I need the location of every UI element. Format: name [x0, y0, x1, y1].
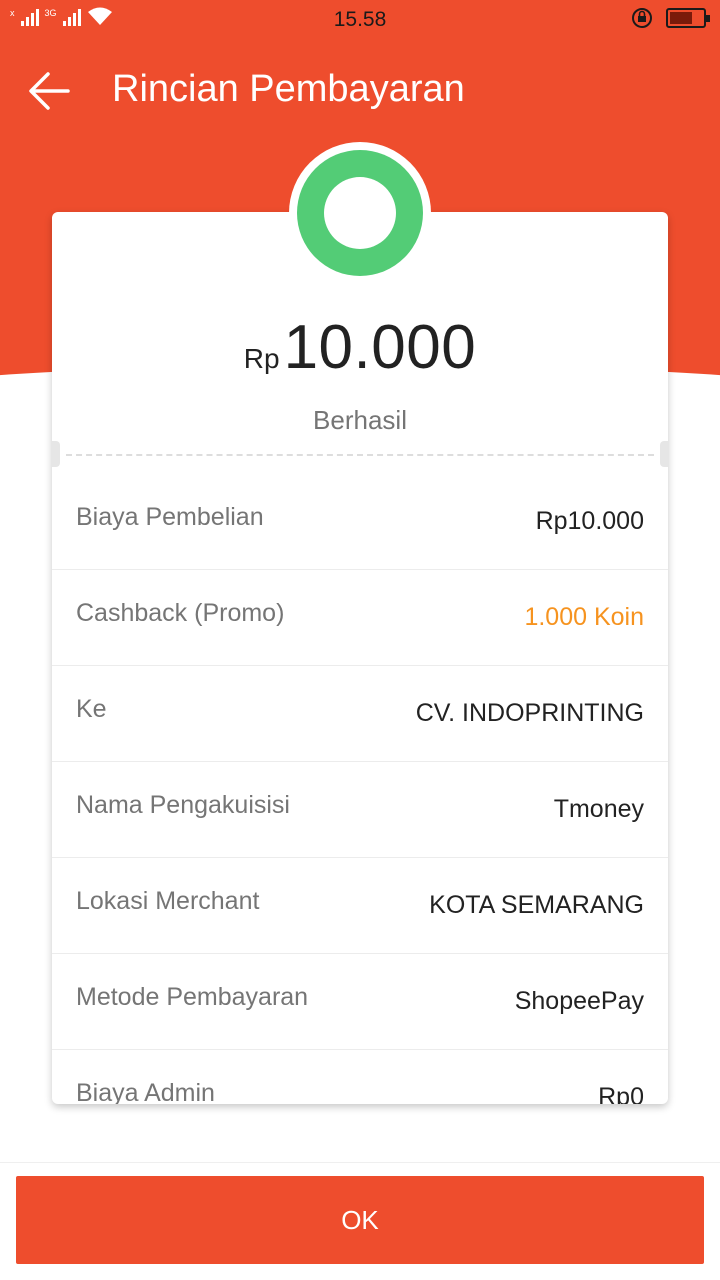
- check-circle-icon: [297, 150, 423, 276]
- detail-label: Metode Pembayaran: [76, 983, 309, 1011]
- detail-row-biaya-admin: Biaya Admin Rp0: [52, 1050, 668, 1104]
- detail-row-ke: Ke CV. INDOPRINTING: [52, 666, 668, 762]
- detail-value: KOTA SEMARANG: [429, 891, 644, 919]
- detail-row-cashback: Cashback (Promo) 1.000 Koin: [52, 570, 668, 666]
- rotation-lock-icon: [632, 8, 652, 28]
- ticket-notch-left: [52, 441, 60, 467]
- payment-status: Berhasil: [313, 405, 407, 435]
- detail-row-nama-pengakuisisi: Nama Pengakuisisi Tmoney: [52, 762, 668, 858]
- status-right: [630, 6, 710, 30]
- detail-value: ShopeePay: [514, 987, 644, 1015]
- battery-icon: [666, 8, 710, 28]
- detail-value: Rp10.000: [535, 507, 644, 535]
- detail-value: Rp0: [598, 1083, 644, 1104]
- app-bar: Rincian Pembayaran: [0, 38, 720, 144]
- currency-label: Rp: [243, 343, 280, 374]
- detail-label: Nama Pengakuisisi: [76, 791, 290, 819]
- page-title: Rincian Pembayaran: [112, 68, 465, 110]
- ticket-notch-right: [660, 441, 668, 467]
- detail-value: CV. INDOPRINTING: [415, 699, 644, 727]
- ok-button[interactable]: OK: [16, 1176, 704, 1264]
- cashback-value: 1.000 Koin: [524, 603, 644, 631]
- detail-label: Biaya Admin: [76, 1079, 215, 1104]
- arrow-left-icon: [29, 72, 70, 110]
- payment-detail-card: Rp10.000 Berhasil Biaya Pembelian Rp10.0…: [52, 212, 668, 1104]
- status-bar: x 3G 15.58: [0, 0, 720, 38]
- back-button[interactable]: [24, 68, 74, 114]
- detail-row-biaya-pembelian: Biaya Pembelian Rp10.000: [52, 474, 668, 570]
- detail-value: Tmoney: [553, 795, 644, 823]
- detail-label: Cashback (Promo): [76, 599, 285, 627]
- detail-label: Biaya Pembelian: [76, 503, 264, 531]
- dashed-divider: [66, 454, 654, 456]
- payment-amount: Rp10.000: [52, 312, 668, 383]
- amount-value: 10.000: [283, 313, 477, 382]
- detail-row-metode-pembayaran: Metode Pembayaran ShopeePay: [52, 954, 668, 1050]
- detail-row-lokasi-merchant: Lokasi Merchant KOTA SEMARANG: [52, 858, 668, 954]
- detail-label: Lokasi Merchant: [76, 887, 260, 915]
- detail-label: Ke: [76, 695, 107, 723]
- status-time: 15.58: [333, 8, 387, 31]
- detail-list: Biaya Pembelian Rp10.000 Cashback (Promo…: [52, 474, 668, 1104]
- footer-divider: [0, 1162, 720, 1163]
